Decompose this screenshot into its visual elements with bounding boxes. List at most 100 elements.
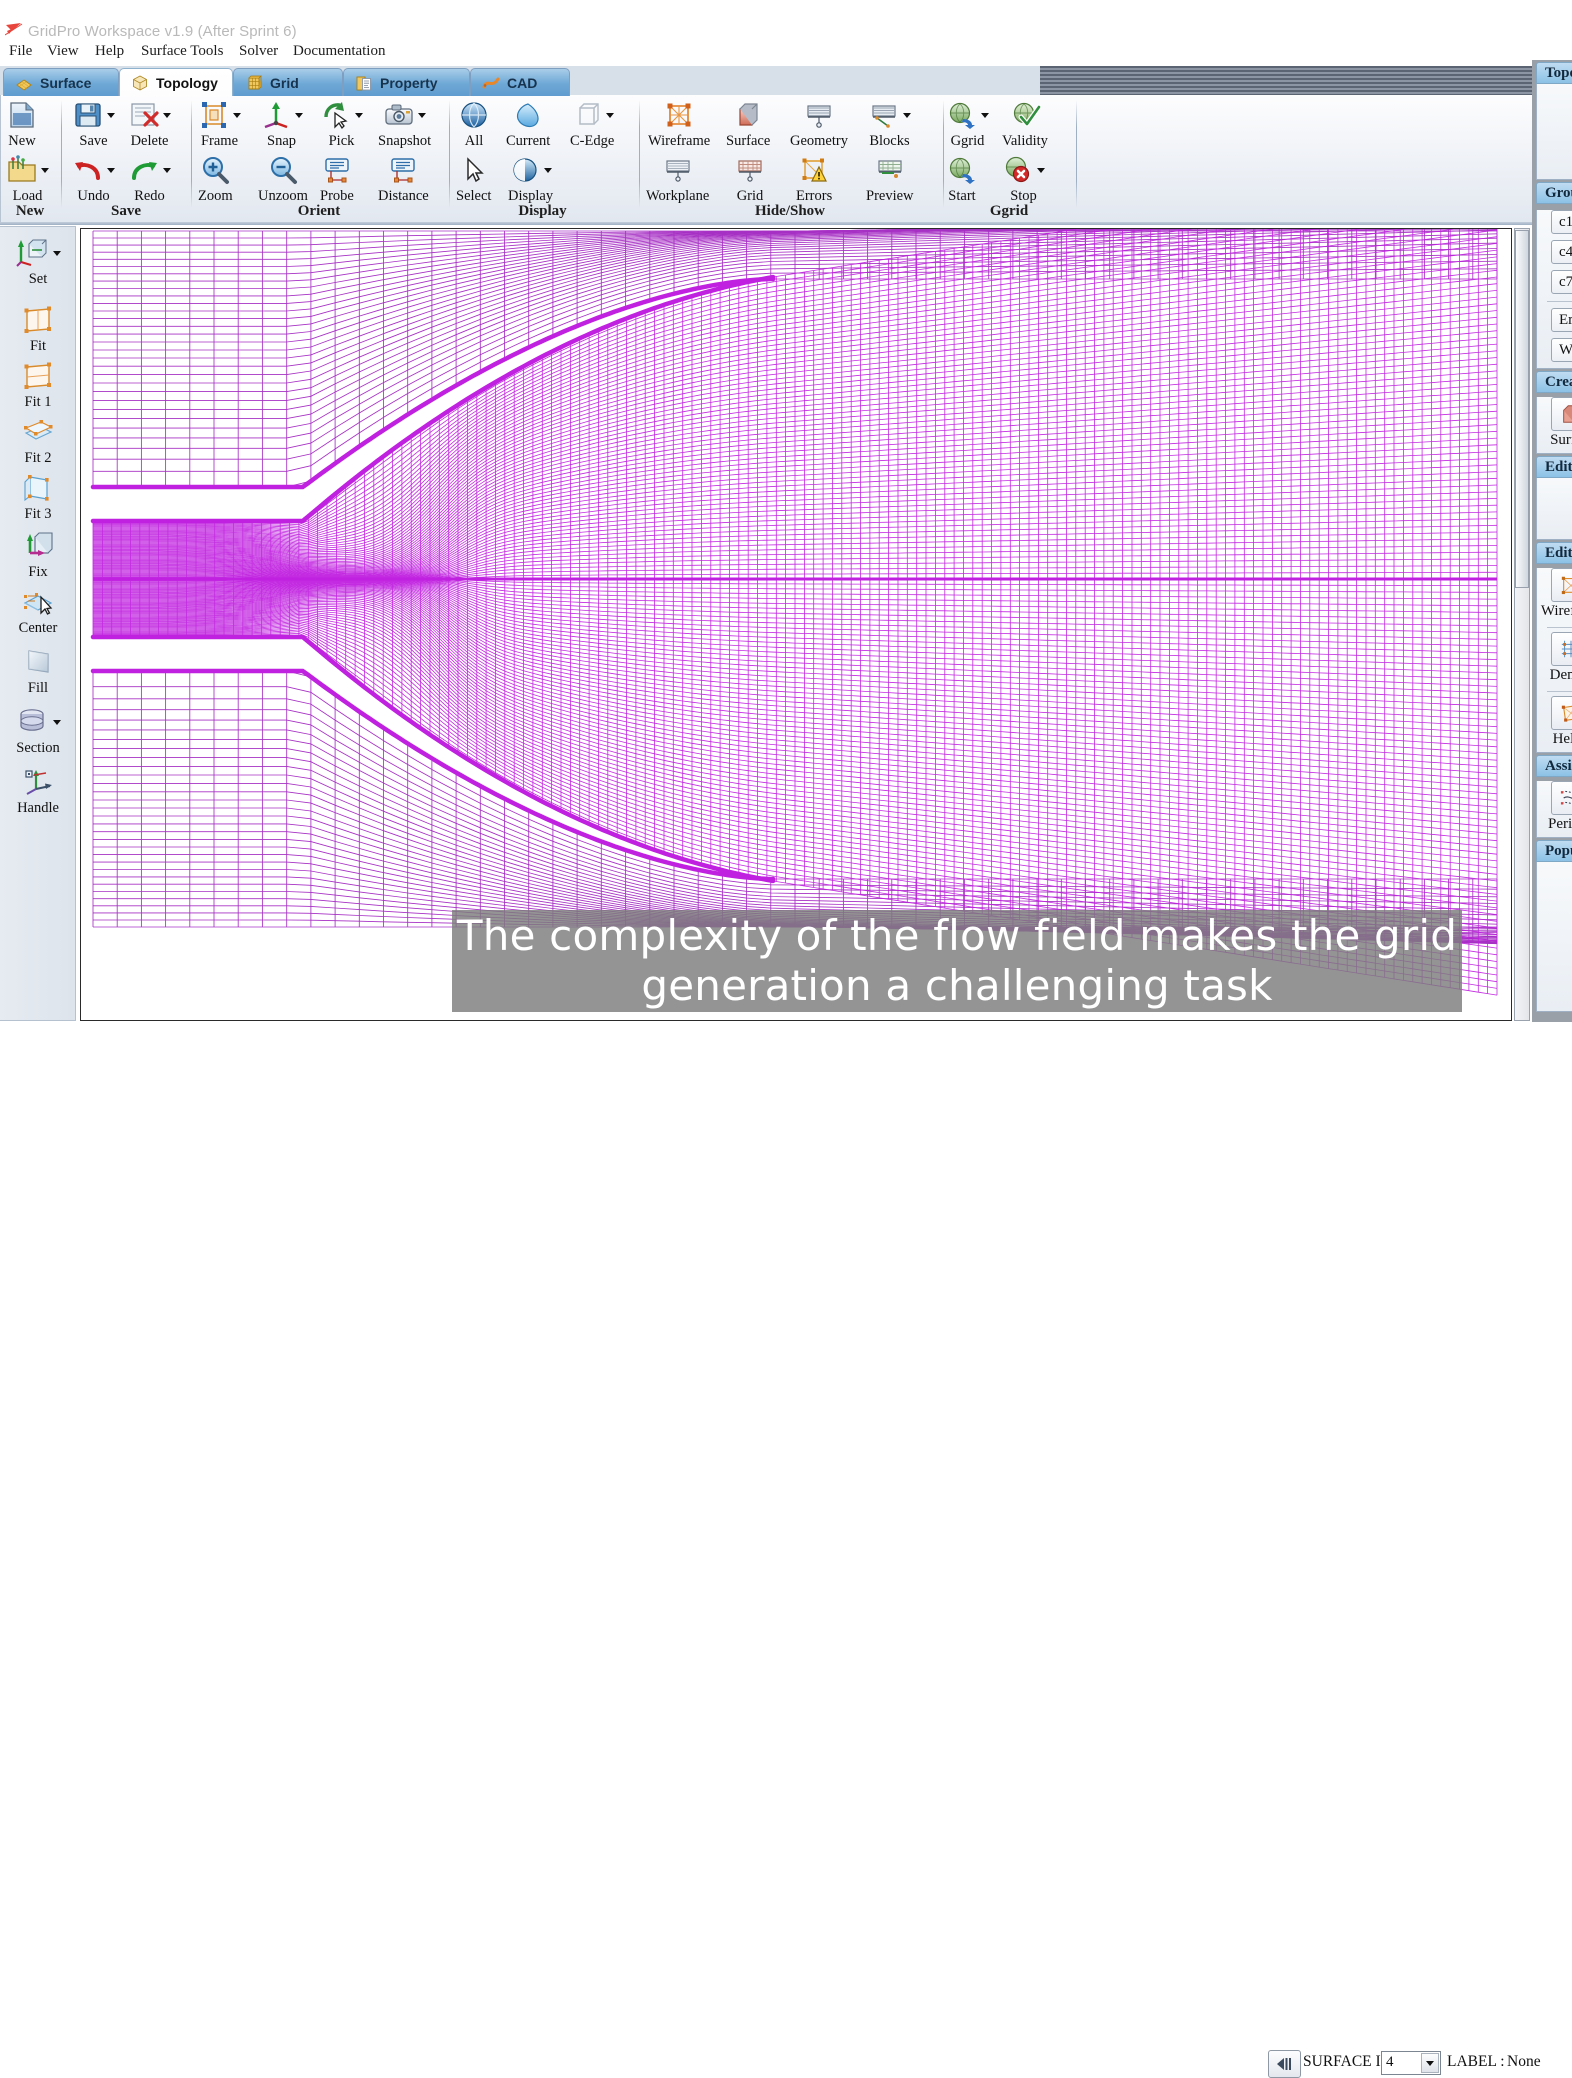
ribbon-button-surface[interactable]: Surface <box>726 98 770 150</box>
menu-item-file[interactable]: File <box>9 43 32 60</box>
surface-id-select[interactable]: 4 <box>1381 2051 1441 2075</box>
rail-tool-fit-1[interactable]: Fit 1 <box>0 359 76 411</box>
label-value: None <box>1507 2053 1541 2070</box>
ribbon-button-select[interactable]: Select <box>456 153 491 205</box>
chevron-down-icon[interactable] <box>163 167 171 173</box>
undo-arrow-icon <box>72 154 104 186</box>
menu-item-view[interactable]: View <box>47 43 79 60</box>
viewport-scrollbar-thumb[interactable] <box>1515 230 1529 588</box>
panel-section-header-assign[interactable]: Assign <box>1536 755 1572 777</box>
ribbon-button-wireframe[interactable]: Wireframe <box>648 98 710 150</box>
ribbon-button-errors[interactable]: Errors <box>796 153 832 205</box>
ribbon-button-preview[interactable]: Preview <box>866 153 914 205</box>
chevron-down-icon[interactable] <box>355 112 363 118</box>
ribbon-button-geometry[interactable]: Geometry <box>790 98 848 150</box>
ribbon-button-delete[interactable]: Delete <box>128 98 171 150</box>
ribbon-button-grid[interactable]: Grid <box>734 153 766 205</box>
ribbon-button-stop[interactable]: Stop <box>1002 153 1045 205</box>
chevron-down-icon[interactable] <box>233 112 241 118</box>
tab-property[interactable]: Property <box>343 68 470 96</box>
chevron-down-icon[interactable] <box>41 167 49 173</box>
ribbon-button-snap[interactable]: Snap <box>260 98 303 150</box>
chevron-down-icon[interactable] <box>53 250 61 256</box>
chevron-down-icon[interactable] <box>1421 2053 1439 2073</box>
chevron-down-icon[interactable] <box>163 112 171 118</box>
new-document-icon <box>6 99 38 131</box>
rail-tool-center[interactable]: Center <box>0 585 76 637</box>
rail-tool-section[interactable]: Section <box>0 705 76 757</box>
right-side-panel: Topology Group c1 c4 c7 Error Warn Create Surfac… <box>1532 60 1572 1080</box>
rail-tool-fit[interactable]: Fit <box>0 303 76 355</box>
ribbon-button-redo[interactable]: Redo <box>128 153 171 205</box>
group-button-warn[interactable]: Warn <box>1551 338 1572 362</box>
chevron-down-icon[interactable] <box>605 112 614 118</box>
ribbon-button-pick[interactable]: Pick <box>320 98 363 150</box>
chevron-down-icon[interactable] <box>1037 167 1045 173</box>
ribbon-button-workplane[interactable]: Workplane <box>646 153 709 205</box>
panel-section-header-edit-2[interactable]: Edit 2 <box>1536 542 1572 564</box>
panel-tile-button[interactable] <box>1551 632 1572 666</box>
menu-item-documentation[interactable]: Documentation <box>293 43 385 60</box>
caption-overlay: The complexity of the flow field makes t… <box>452 910 1462 1012</box>
tab-topology[interactable]: Topology <box>119 68 233 96</box>
group-chip-c4[interactable]: c4 <box>1551 240 1572 264</box>
rail-tool-fill[interactable]: Fill <box>0 645 76 697</box>
chevron-down-icon[interactable] <box>53 719 61 725</box>
chevron-down-icon[interactable] <box>418 112 427 118</box>
ribbon-button-save[interactable]: Save <box>72 98 115 150</box>
ribbon-button-new[interactable]: New <box>6 98 38 150</box>
menu-item-surface-tools[interactable]: Surface Tools <box>141 43 223 60</box>
panel-section-header-popup[interactable]: Popup <box>1536 840 1572 862</box>
panel-section-header-edit[interactable]: Edit <box>1536 456 1572 478</box>
menu-item-solver[interactable]: Solver <box>239 43 278 60</box>
panel-divider <box>1547 691 1572 692</box>
rail-tool-fit-2[interactable]: Fit 2 <box>0 415 76 467</box>
panel-section-body: Surface <box>1536 397 1572 454</box>
rail-tool-fit-3[interactable]: Fit 3 <box>0 471 76 523</box>
panel-tile-button[interactable] <box>1551 568 1572 602</box>
chevron-down-icon[interactable] <box>107 167 115 173</box>
ribbon-button-all[interactable]: All <box>458 98 490 150</box>
ribbon-button-frame[interactable]: Frame <box>198 98 241 150</box>
chevron-down-icon[interactable] <box>981 112 989 118</box>
panel-section-header-topology[interactable]: Topology <box>1536 62 1572 84</box>
chevron-down-icon[interactable] <box>903 112 911 118</box>
rail-tool-fix[interactable]: Fix <box>0 529 76 581</box>
chevron-down-icon[interactable] <box>295 112 303 118</box>
panel-section-body <box>1536 478 1572 540</box>
panel-tile-button[interactable] <box>1551 397 1572 431</box>
workplane-icon <box>662 154 694 186</box>
ribbon-button-load[interactable]: Load <box>6 153 49 205</box>
prev-surface-button[interactable] <box>1268 2050 1301 2078</box>
ribbon-button-display[interactable]: Display <box>508 153 553 205</box>
ribbon-button-unzoom[interactable]: Unzoom <box>258 153 308 205</box>
panel-section-header-group[interactable]: Group <box>1536 182 1572 204</box>
group-chip-c7[interactable]: c7 <box>1551 270 1572 294</box>
chevron-down-icon[interactable] <box>544 167 553 173</box>
tab-cad[interactable]: CAD <box>470 68 570 96</box>
menu-item-help[interactable]: Help <box>95 43 124 60</box>
tab-surface[interactable]: Surface <box>3 68 119 96</box>
ribbon-button-undo[interactable]: Undo <box>72 153 115 205</box>
ribbon-button-snapshot[interactable]: Snapshot <box>378 98 431 150</box>
ribbon-button-validity[interactable]: Validity <box>1002 98 1048 150</box>
rail-tool-handle[interactable]: Handle <box>0 765 76 817</box>
ribbon-button-blocks[interactable]: Blocks <box>868 98 911 150</box>
group-button-error[interactable]: Error <box>1551 308 1572 332</box>
mesh-viewport[interactable] <box>80 228 1512 1021</box>
ribbon-button-current[interactable]: Current <box>506 98 550 150</box>
ribbon-button-zoom[interactable]: Zoom <box>198 153 233 205</box>
ribbon-button-probe[interactable]: Probe <box>320 153 354 205</box>
group-chip-c1[interactable]: c1 <box>1551 210 1572 234</box>
ribbon-button-distance[interactable]: Distance <box>378 153 429 205</box>
ribbon-button-start[interactable]: Start <box>946 153 978 205</box>
ribbon-button-c-edge[interactable]: C-Edge <box>570 98 614 150</box>
ribbon-button-ggrid[interactable]: Ggrid <box>946 98 989 150</box>
rail-tool-set[interactable]: Set <box>0 236 76 288</box>
tab-grid[interactable]: Grid <box>233 68 343 96</box>
ribbon-bottom-border <box>0 222 1536 225</box>
chevron-down-icon[interactable] <box>107 112 115 118</box>
panel-section-header-create[interactable]: Create <box>1536 371 1572 393</box>
panel-tile-button[interactable] <box>1551 696 1572 730</box>
panel-tile-button[interactable] <box>1551 781 1572 815</box>
